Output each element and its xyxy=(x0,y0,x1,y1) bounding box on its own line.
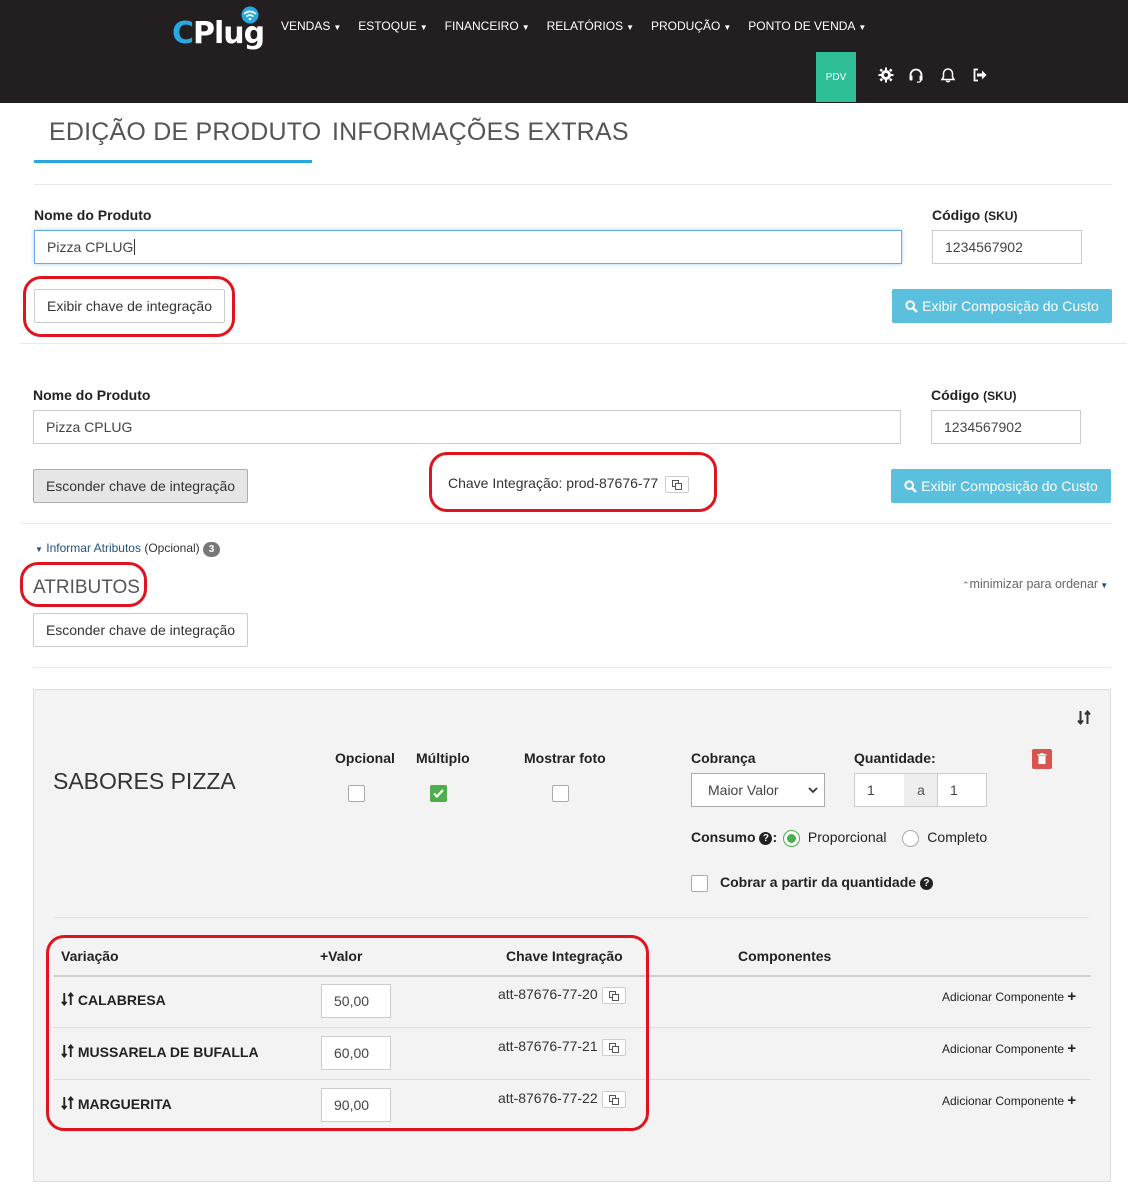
group-title: SABORES PIZZA xyxy=(53,768,236,794)
gear-icon[interactable] xyxy=(878,67,894,83)
sku-label: Código (SKU) xyxy=(931,387,1017,403)
menu-estoque[interactable]: ESTOQUE ▼ xyxy=(358,19,427,33)
pdv-button[interactable]: PDV xyxy=(816,52,856,102)
quantity-min-input[interactable]: 1 xyxy=(854,773,905,807)
menu-financeiro[interactable]: FINANCEIRO ▼ xyxy=(445,19,530,33)
multiple-checkbox[interactable] xyxy=(430,785,447,802)
sku-input[interactable]: 1234567902 xyxy=(932,230,1082,264)
minimize-to-sort-link[interactable]: ⌃minimizar para ordenar ▼ xyxy=(962,577,1108,591)
hide-integration-key-button[interactable]: Esconder chave de integração xyxy=(33,613,248,647)
attribute-group-panel: SABORES PIZZA Opcional Múltiplo Mostrar … xyxy=(33,689,1111,1182)
menu-vendas[interactable]: VENDAS ▼ xyxy=(281,19,341,33)
annotation-oval xyxy=(46,935,649,1131)
delete-group-button[interactable] xyxy=(1032,749,1052,769)
divider xyxy=(54,917,1089,918)
trash-icon xyxy=(1037,753,1047,764)
sku-input[interactable]: 1234567902 xyxy=(931,410,1081,444)
radio-proporcional[interactable] xyxy=(783,829,801,847)
sign-out-icon[interactable] xyxy=(972,67,988,83)
annotation-oval xyxy=(20,562,147,607)
billing-label: Cobrança xyxy=(691,750,756,766)
product-name-input[interactable]: Pizza CPLUG xyxy=(34,230,902,264)
active-tab-indicator xyxy=(34,160,312,163)
sku-label: Código (SKU) xyxy=(932,207,1018,223)
product-name-label: Nome do Produto xyxy=(34,207,152,223)
add-component-link[interactable]: Adicionar Componente + xyxy=(942,1040,1076,1057)
product-name-label: Nome do Produto xyxy=(33,387,151,403)
help-icon[interactable]: ? xyxy=(759,832,773,845)
top-navbar: CPlug VENDAS ▼ ESTOQUE ▼ FINANCEIRO ▼ RELAT… xyxy=(0,0,1128,103)
menu-relatorios[interactable]: RELATÓRIOS ▼ xyxy=(547,19,634,33)
main-menu: VENDAS ▼ ESTOQUE ▼ FINANCEIRO ▼ RELATÓRIOS ▼… xyxy=(281,19,883,33)
col-components: Componentes xyxy=(738,948,832,964)
billing-select[interactable]: Maior Valor xyxy=(691,773,825,807)
tab-edicao-produto[interactable]: EDIÇÃO DE PRODUTO xyxy=(49,118,321,147)
show-photo-checkbox[interactable] xyxy=(552,785,569,802)
sort-icon[interactable] xyxy=(1077,710,1091,725)
annotation-oval xyxy=(23,276,235,337)
quantity-max-input[interactable]: 1 xyxy=(937,773,987,807)
optional-label: Opcional xyxy=(335,750,395,766)
charge-from-quantity-label: Cobrar a partir da quantidade ? xyxy=(720,874,933,890)
quantity-separator: a xyxy=(904,773,938,807)
bell-icon[interactable] xyxy=(940,67,956,83)
divider xyxy=(34,184,1112,185)
annotation-oval xyxy=(429,452,717,512)
chevron-down-icon xyxy=(808,787,818,794)
search-icon xyxy=(904,479,918,493)
product-name-input[interactable]: Pizza CPLUG xyxy=(33,410,901,444)
optional-checkbox[interactable] xyxy=(348,785,365,802)
menu-ponto-de-venda[interactable]: PONTO DE VENDA ▼ xyxy=(748,19,866,33)
tab-informacoes-extras[interactable]: INFORMAÇÕES EXTRAS xyxy=(332,118,629,147)
consumption-row: Consumo ?: Proporcional Completo xyxy=(691,829,988,847)
help-icon[interactable]: ? xyxy=(919,877,933,890)
menu-producao[interactable]: PRODUÇÃO ▼ xyxy=(651,19,731,33)
show-photo-label: Mostrar foto xyxy=(524,750,606,766)
hide-integration-key-button[interactable]: Esconder chave de integração xyxy=(33,469,248,503)
wifi-icon xyxy=(241,6,259,24)
add-component-link[interactable]: Adicionar Componente + xyxy=(942,988,1076,1005)
radio-completo[interactable] xyxy=(902,829,920,847)
divider xyxy=(20,343,1127,344)
attributes-toggle[interactable]: ▼ Informar Atributos (Opcional) 3 xyxy=(35,541,221,557)
headset-icon[interactable] xyxy=(908,67,924,83)
attributes-count-badge: 3 xyxy=(202,542,221,557)
check-icon xyxy=(433,789,444,799)
quantity-label: Quantidade: xyxy=(854,750,936,766)
cplug-logo[interactable]: CPlug xyxy=(172,6,268,52)
charge-from-quantity-checkbox[interactable] xyxy=(691,875,708,892)
divider xyxy=(20,523,1112,524)
divider xyxy=(33,667,1111,668)
multiple-label: Múltiplo xyxy=(416,750,470,766)
show-cost-composition-button[interactable]: Exibir Composição do Custo xyxy=(892,289,1112,323)
search-icon xyxy=(905,299,919,313)
show-cost-composition-button[interactable]: Exibir Composição do Custo xyxy=(891,469,1111,503)
add-component-link[interactable]: Adicionar Componente + xyxy=(942,1092,1076,1109)
